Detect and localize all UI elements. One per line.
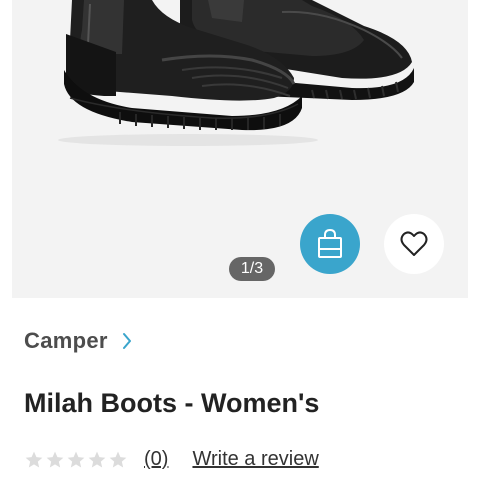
product-gallery[interactable]: 1/3 <box>12 0 468 298</box>
star-icon <box>87 450 107 470</box>
star-icon <box>45 450 65 470</box>
brand-link[interactable]: Camper <box>24 328 132 354</box>
review-count-link[interactable]: (0) <box>144 448 168 471</box>
rating-stars <box>24 450 128 470</box>
write-review-link[interactable]: Write a review <box>192 448 318 471</box>
heart-icon <box>400 231 428 256</box>
brand-name: Camper <box>24 328 108 353</box>
rating-row: (0) Write a review <box>24 448 319 471</box>
star-icon <box>66 450 86 470</box>
chevron-right-icon <box>122 332 132 350</box>
favorite-button[interactable] <box>384 214 444 274</box>
product-title: Milah Boots - Women's <box>24 388 320 418</box>
product-page: 1/3 Camper Milah Boots - Women's (0) Wri… <box>0 0 480 480</box>
image-counter: 1/3 <box>229 257 275 281</box>
shopping-bag-icon <box>318 229 342 258</box>
star-icon <box>108 450 128 470</box>
add-to-bag-button[interactable] <box>300 214 360 274</box>
star-icon <box>24 450 44 470</box>
